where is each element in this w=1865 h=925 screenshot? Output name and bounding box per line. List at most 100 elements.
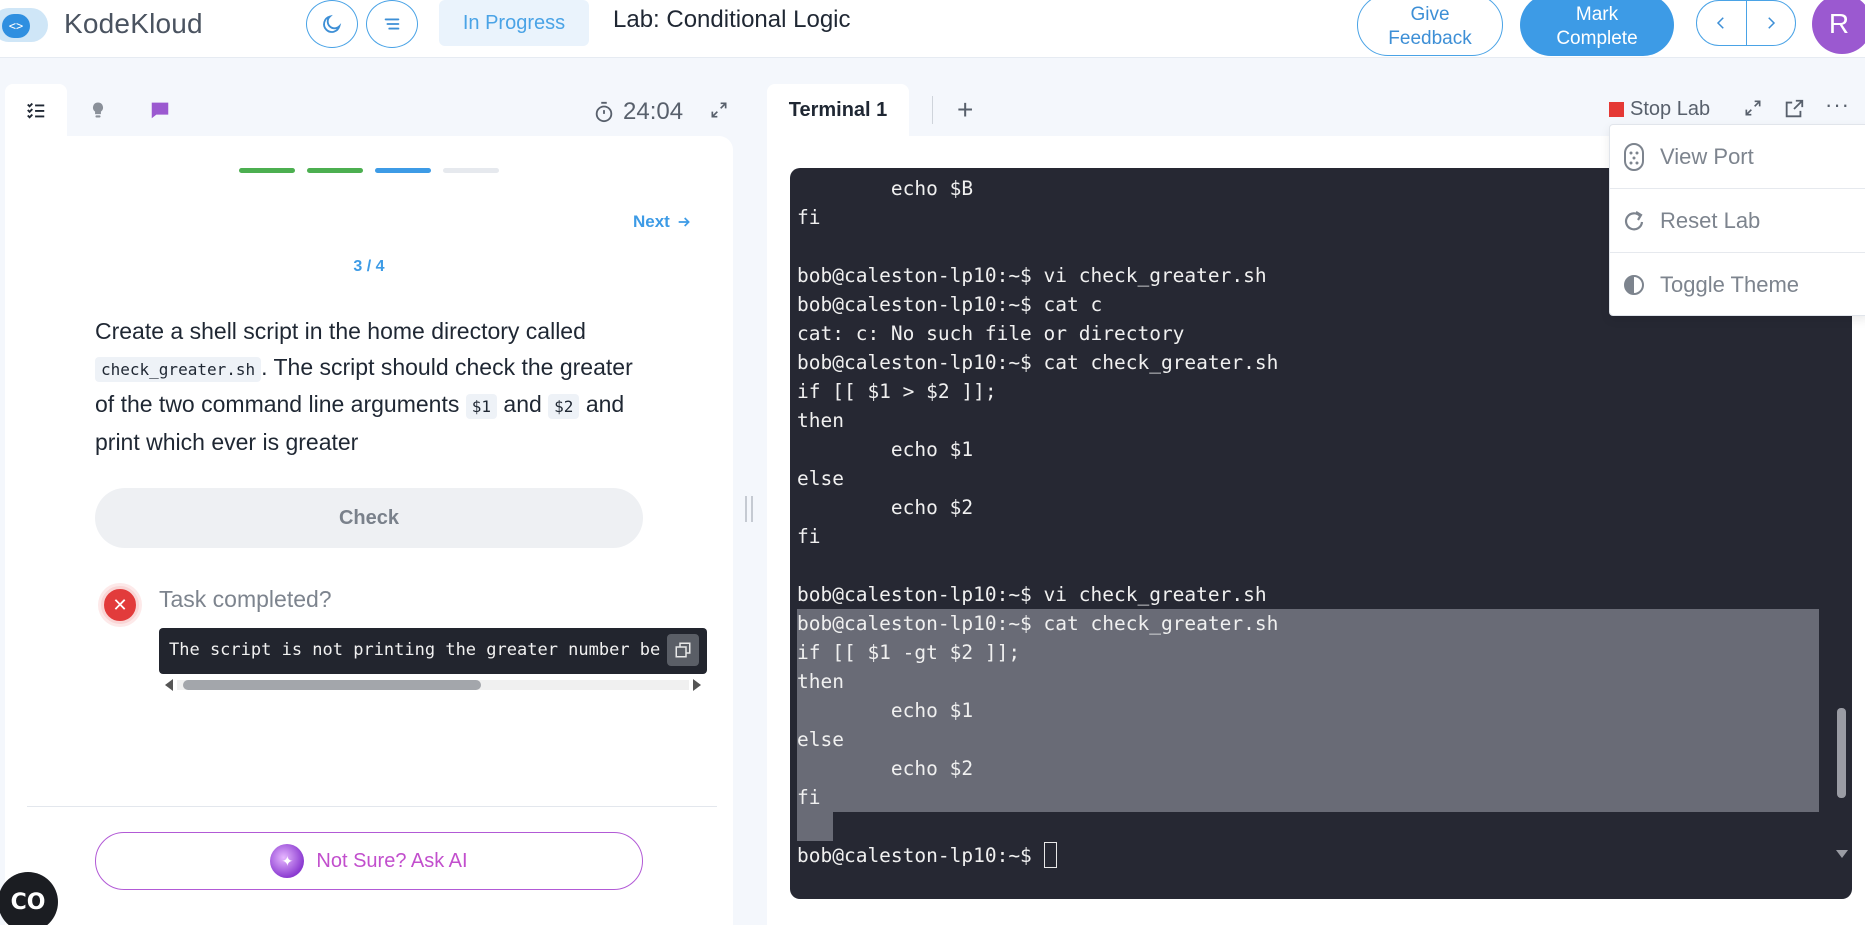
status-badge: In Progress [439, 0, 589, 46]
terminal-cursor [1043, 841, 1057, 868]
scrollbar-thumb[interactable] [183, 680, 481, 690]
half-circle-theme-icon [1624, 275, 1644, 295]
expand-icon [1745, 100, 1761, 116]
checklist-icon [27, 102, 45, 119]
menu-button[interactable] [366, 0, 418, 48]
left-panel-tabs: 24:04 [5, 84, 733, 136]
tab-chat[interactable] [129, 84, 191, 136]
terminal-line-selected: echo $1 [797, 696, 1819, 725]
ask-ai-button[interactable]: ✦ Not Sure? Ask AI [95, 832, 643, 890]
menu-item-view-port[interactable]: View Port [1610, 125, 1865, 189]
tab-tasks[interactable] [5, 84, 67, 136]
menu-item-reset-lab[interactable]: Reset Lab [1610, 189, 1865, 253]
next-step-button[interactable] [1747, 1, 1796, 45]
inline-code: $1 [465, 394, 498, 419]
check-button[interactable]: Check [95, 488, 643, 548]
kodekloud-logo-icon: <> [0, 6, 50, 42]
fail-x-icon: ✕ [101, 586, 139, 624]
add-terminal-button[interactable]: + [957, 96, 973, 124]
task-description: Create a shell script in the home direct… [95, 318, 633, 455]
refresh-icon [1624, 210, 1644, 230]
kodekloud-logo[interactable]: <> KodeKloud [0, 4, 203, 44]
tab-hints[interactable] [67, 84, 129, 136]
stop-lab-button[interactable]: Stop Lab [1609, 98, 1710, 121]
terminal-line-selected: if [[ $1 -gt $2 ]]; [797, 638, 1819, 667]
error-output-box: The script is not printing the greater n… [159, 628, 707, 674]
terminal-line: echo $1 [797, 438, 974, 461]
terminal-line: if [[ $1 > $2 ]]; [797, 380, 997, 403]
panel-resize-handle[interactable] [745, 496, 753, 522]
task-panel: Next 3 / 4 Create a shell script in the … [5, 136, 733, 925]
expand-panel-button[interactable] [709, 100, 729, 125]
terminal-line: fi [797, 525, 821, 548]
terminal-line: bob@caleston-lp10:~$ cat check_greater.s… [797, 351, 1279, 374]
terminal-line: then [797, 409, 844, 432]
more-options-button[interactable]: ··· [1825, 92, 1850, 118]
progress-step-1 [239, 168, 295, 173]
dark-mode-button[interactable] [306, 0, 358, 48]
terminal-line-selected: else [797, 725, 1819, 754]
terminal-line-selected: fi [797, 783, 1819, 812]
stopwatch-icon [595, 101, 613, 123]
next-question-link[interactable]: Next [633, 212, 692, 232]
terminal-prompt-line: bob@caleston-lp10:~$ [797, 841, 1819, 870]
chevron-right-icon [1767, 17, 1775, 29]
external-link-icon [1785, 99, 1804, 118]
terminal-line: bob@caleston-lp10:~$ vi check_greater.sh [797, 583, 1267, 606]
ai-sparkle-icon: ✦ [270, 844, 305, 878]
terminal-line: cat: c: No such file or directory [797, 322, 1185, 345]
fullscreen-button[interactable] [1743, 98, 1763, 123]
terminal-prompt: bob@caleston-lp10:~$ [797, 844, 1044, 867]
scroll-right-icon[interactable] [693, 679, 701, 691]
terminal-line: else [797, 467, 844, 490]
closed-caption-button[interactable]: CO [0, 872, 58, 925]
terminal-line-selected: echo $2 [797, 754, 1819, 783]
scroll-down-icon[interactable] [1836, 850, 1848, 858]
progress-step-2 [307, 168, 363, 173]
terminal-scrollbar[interactable] [1836, 708, 1848, 858]
stop-square-icon [1609, 102, 1624, 117]
menu-item-toggle-theme[interactable]: Toggle Theme [1610, 253, 1865, 317]
terminal-line-selected: then [797, 667, 1819, 696]
scrollbar-thumb[interactable] [1837, 708, 1846, 798]
horizontal-scrollbar[interactable] [159, 676, 707, 692]
moon-icon [323, 14, 342, 33]
avatar[interactable]: R [1812, 0, 1865, 54]
lightbulb-icon [92, 102, 104, 118]
task-completed-label: Task completed? [159, 586, 332, 612]
lab-timer: 24:04 [593, 98, 683, 126]
expand-icon [711, 102, 727, 118]
inline-code: $2 [548, 394, 580, 419]
previous-button[interactable] [1697, 1, 1747, 45]
open-external-button[interactable] [1783, 98, 1805, 125]
page-title: Lab: Conditional Logic [613, 6, 851, 33]
arrow-right-icon [678, 217, 690, 227]
tab-terminal-1[interactable]: Terminal 1 [767, 84, 909, 136]
terminal-line-selected: bob@caleston-lp10:~$ cat check_greater.s… [797, 609, 1819, 638]
progress-step-3 [375, 168, 431, 173]
terminal-line: echo $2 [797, 496, 974, 519]
step-navigation [1696, 0, 1796, 46]
terminal-line-selected [797, 812, 1819, 841]
progress-step-4 [443, 168, 499, 173]
error-message: The script is not printing the greater n… [169, 640, 661, 660]
divider [27, 806, 717, 807]
chat-icon [151, 102, 169, 119]
top-header: <> KodeKloud In Progress Lab: Conditiona… [0, 0, 1865, 58]
timer-value: 24:04 [623, 98, 684, 125]
inline-code: check_greater.sh [95, 356, 262, 382]
chevron-left-icon [1717, 17, 1725, 29]
brand-name: KodeKloud [64, 8, 203, 39]
step-counter: 3 / 4 [353, 258, 385, 275]
port-icon [1624, 142, 1644, 171]
copy-button[interactable] [667, 634, 699, 666]
copy-icon [675, 642, 691, 658]
tab-separator [932, 96, 933, 124]
scroll-left-icon[interactable] [165, 679, 173, 691]
mark-complete-button[interactable]: Mark Complete [1520, 0, 1674, 56]
give-feedback-button[interactable]: Give Feedback [1357, 0, 1503, 56]
more-options-menu: View Port Reset Lab Toggle Theme [1609, 124, 1865, 316]
step-progress [239, 168, 499, 173]
menu-lines-icon [384, 18, 400, 30]
